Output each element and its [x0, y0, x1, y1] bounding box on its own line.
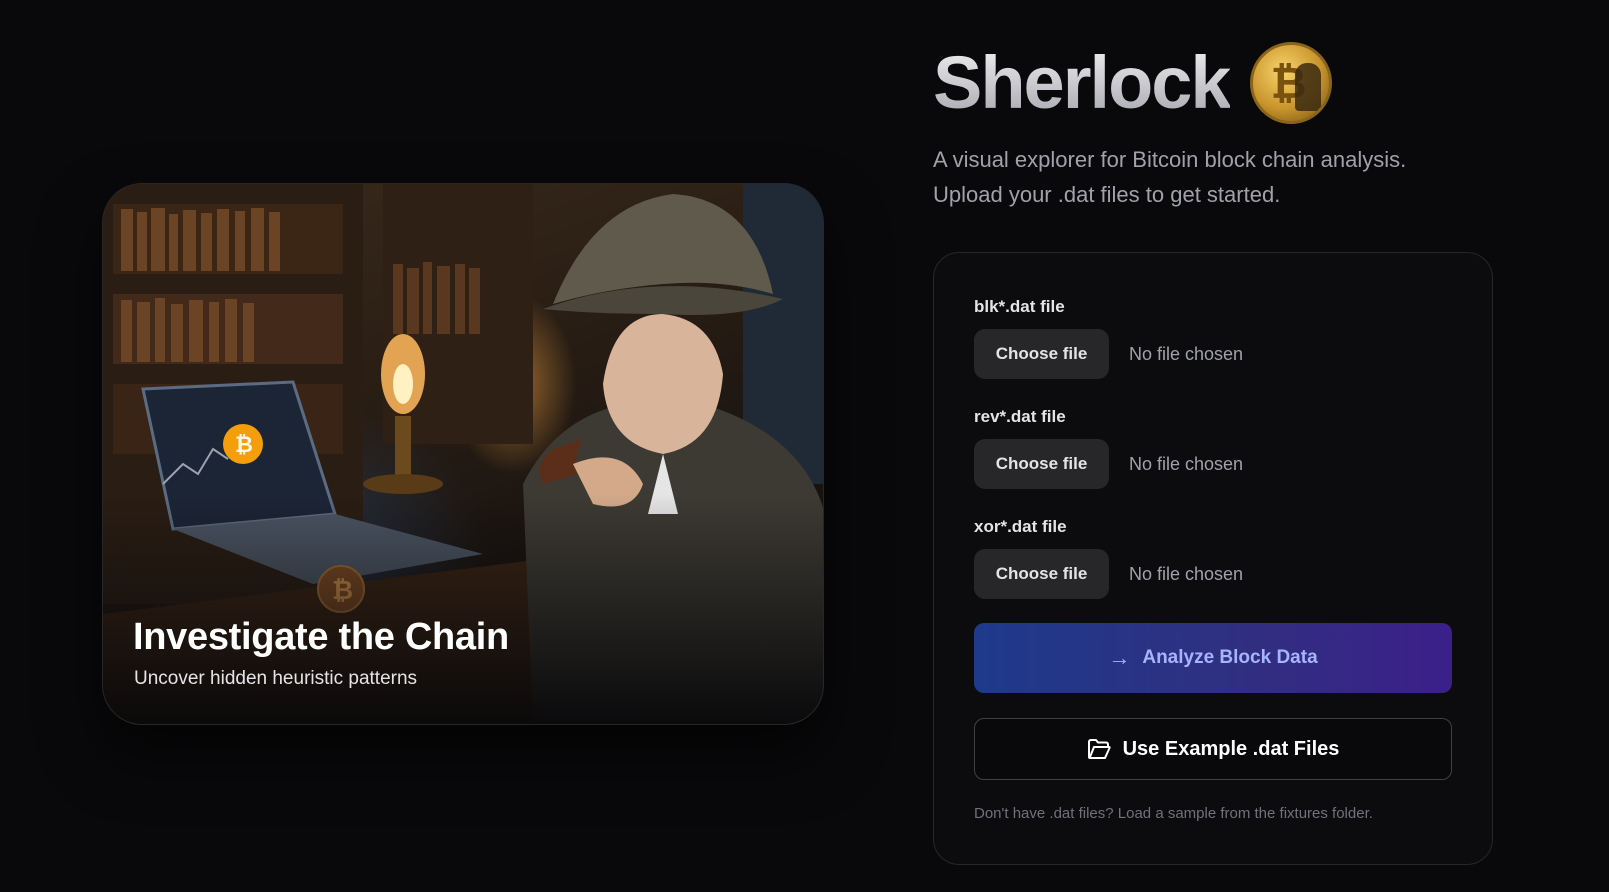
- tagline-line-2: Upload your .dat files to get started.: [933, 182, 1281, 207]
- upload-panel: blk*.dat file Choose file No file chosen…: [933, 252, 1493, 865]
- blk-file-status: No file chosen: [1129, 343, 1244, 364]
- xor-file-input: Choose file No file chosen: [974, 549, 1243, 599]
- analyze-block-data-button[interactable]: → Analyze Block Data: [974, 623, 1452, 693]
- example-button-label: Use Example .dat Files: [1122, 737, 1340, 760]
- fixtures-hint: Don't have .dat files? Load a sample fro…: [974, 805, 1373, 822]
- hero-title: Investigate the Chain: [133, 616, 509, 658]
- xor-file-status: No file chosen: [1129, 563, 1244, 584]
- use-example-files-button[interactable]: Use Example .dat Files: [974, 718, 1452, 780]
- xor-choose-file-button[interactable]: Choose file: [974, 549, 1109, 599]
- tagline: A visual explorer for Bitcoin block chai…: [933, 142, 1493, 212]
- detective-silhouette-icon: [1294, 63, 1321, 111]
- brand-header: Sherlock ₿: [933, 40, 1332, 126]
- rev-file-status: No file chosen: [1129, 453, 1244, 474]
- arrow-right-icon: →: [1108, 645, 1131, 670]
- rev-file-input: Choose file No file chosen: [974, 439, 1243, 489]
- page: ₿ ₿ Inves: [0, 0, 1609, 892]
- bitcoin-detective-coin-icon: ₿: [1249, 42, 1332, 124]
- tagline-line-1: A visual explorer for Bitcoin block chai…: [933, 147, 1407, 172]
- blk-choose-file-button[interactable]: Choose file: [974, 329, 1109, 379]
- rev-choose-file-button[interactable]: Choose file: [974, 439, 1109, 489]
- xor-file-label: xor*.dat file: [974, 517, 1067, 536]
- svg-text:₿: ₿: [235, 432, 253, 457]
- blk-file-label: blk*.dat file: [974, 297, 1065, 316]
- analyze-button-label: Analyze Block Data: [1142, 647, 1318, 668]
- hero-subtitle: Uncover hidden heuristic patterns: [134, 668, 418, 689]
- blk-file-input: Choose file No file chosen: [974, 329, 1243, 379]
- folder-open-icon: [1087, 739, 1111, 759]
- hero-card: ₿ ₿ Inves: [102, 183, 824, 725]
- app-title: Sherlock: [933, 41, 1232, 124]
- rev-file-label: rev*.dat file: [974, 407, 1066, 426]
